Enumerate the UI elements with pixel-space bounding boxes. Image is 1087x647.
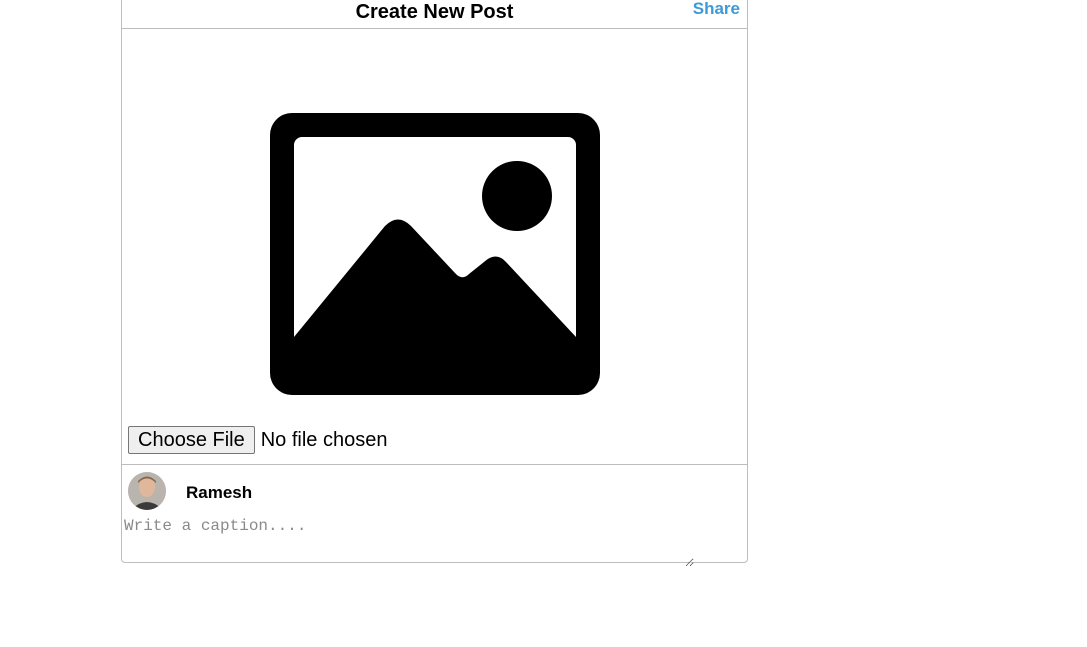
file-input: Choose File No file chosen: [128, 426, 387, 454]
post-author-row: Ramesh: [122, 465, 747, 515]
page-title: Create New Post: [355, 1, 514, 23]
share-button[interactable]: Share: [693, 0, 740, 18]
username: Ramesh: [186, 483, 253, 502]
image-placeholder-icon: [270, 113, 600, 395]
create-post-card: Create New Post Share Choose File No fil…: [121, 0, 748, 563]
media-upload-area: Choose File No file chosen: [122, 29, 747, 465]
choose-file-button[interactable]: Choose File: [128, 426, 255, 454]
user-avatar-icon: [128, 472, 166, 510]
post-header: Create New Post Share: [122, 0, 747, 29]
file-status-text: No file chosen: [260, 428, 388, 451]
avatar: [128, 472, 166, 510]
caption-input[interactable]: [122, 515, 694, 567]
